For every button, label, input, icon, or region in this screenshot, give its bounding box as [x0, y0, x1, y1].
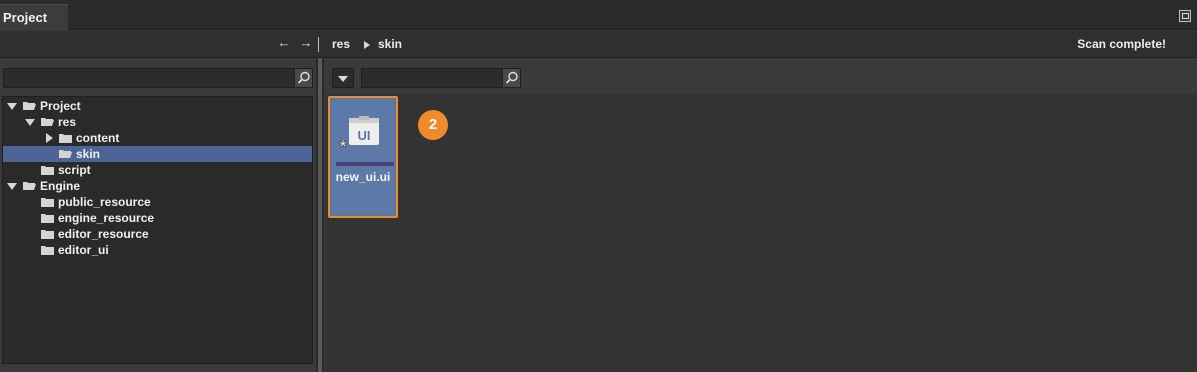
asset-tile-body: UI * new_ui.ui: [332, 100, 394, 214]
search-button[interactable]: [294, 69, 312, 87]
tab-project-label: Project: [3, 10, 48, 25]
asset-name: new_ui.ui: [335, 170, 391, 184]
tree-item-res[interactable]: res: [3, 114, 312, 130]
ui-icon-text: UI: [358, 128, 371, 143]
asset-type-bar: [336, 162, 394, 166]
search-button[interactable]: [502, 69, 520, 87]
tree-item-label: editor_resource: [58, 227, 149, 241]
maximize-icon[interactable]: [1179, 10, 1191, 22]
tree-item-label: engine_resource: [58, 211, 155, 225]
filter-dropdown-button[interactable]: [332, 68, 354, 88]
folder-icon: [41, 246, 54, 255]
navigation-bar: ← → res skin Scan complete!: [0, 31, 1197, 58]
collapse-arrow-icon[interactable]: [46, 133, 53, 143]
folder-tree: Project res content skin script Engine p…: [2, 96, 313, 364]
folder-icon: [41, 214, 54, 223]
breadcrumb-item-skin[interactable]: skin: [378, 37, 402, 51]
search-icon: [505, 71, 518, 84]
folder-open-icon: [23, 182, 36, 190]
chevron-right-icon: [364, 41, 370, 49]
expand-arrow-icon[interactable]: [25, 119, 35, 126]
tree-item-editor-resource[interactable]: editor_resource: [3, 226, 312, 242]
tree-item-label: editor_ui: [58, 243, 109, 257]
tree-item-script[interactable]: script: [3, 162, 312, 178]
asset-grid: UI * new_ui.ui 2: [326, 94, 1197, 372]
tree-item-label: public_resource: [58, 195, 151, 209]
tree-item-skin[interactable]: skin: [3, 146, 312, 162]
asset-search-input[interactable]: [362, 69, 502, 87]
tree-item-label: Engine: [40, 179, 81, 193]
tree-item-label: Project: [40, 99, 81, 113]
tree-item-label: script: [58, 163, 91, 177]
expand-arrow-icon[interactable]: [7, 183, 17, 190]
asset-search-box: [361, 68, 521, 88]
asset-browser-panel: UI * new_ui.ui 2: [324, 58, 1197, 372]
asset-tile-new-ui[interactable]: UI * new_ui.ui: [328, 96, 398, 218]
tree-item-public-resource[interactable]: public_resource: [3, 194, 312, 210]
folder-icon: [41, 166, 54, 175]
expand-arrow-icon[interactable]: [7, 103, 17, 110]
folder-icon: [41, 230, 54, 239]
tree-search-box: [3, 68, 313, 88]
folder-icon: [59, 134, 72, 143]
step-badge: 2: [418, 110, 448, 140]
panel-titlebar: Project: [0, 0, 1197, 30]
tree-item-project[interactable]: Project: [3, 98, 312, 114]
breadcrumb-item-res[interactable]: res: [332, 37, 350, 51]
tree-item-label: skin: [76, 147, 101, 161]
asterisk-icon: *: [339, 140, 347, 154]
tree-item-label: content: [76, 131, 120, 145]
breadcrumb-separator: [318, 37, 319, 52]
tree-item-engine-resource[interactable]: engine_resource: [3, 210, 312, 226]
tree-item-engine[interactable]: Engine: [3, 178, 312, 194]
search-icon: [297, 71, 310, 84]
forward-arrow-icon[interactable]: →: [298, 35, 314, 51]
tree-item-content[interactable]: content: [3, 130, 312, 146]
panel-splitter[interactable]: [316, 58, 324, 372]
tree-search-input[interactable]: [4, 69, 294, 87]
status-text: Scan complete!: [1077, 37, 1166, 51]
folder-tree-panel: Project res content skin script Engine p…: [0, 58, 316, 372]
tree-item-editor-ui[interactable]: editor_ui: [3, 242, 312, 258]
ui-file-icon: UI: [349, 116, 379, 145]
back-arrow-icon[interactable]: ←: [276, 35, 292, 51]
folder-icon: [41, 198, 54, 207]
folder-open-icon: [41, 118, 54, 126]
modified-badge: *: [339, 140, 346, 154]
tree-item-label: res: [58, 115, 77, 129]
folder-open-icon: [59, 150, 72, 158]
tab-project[interactable]: Project: [0, 4, 68, 30]
folder-open-icon: [23, 102, 36, 110]
